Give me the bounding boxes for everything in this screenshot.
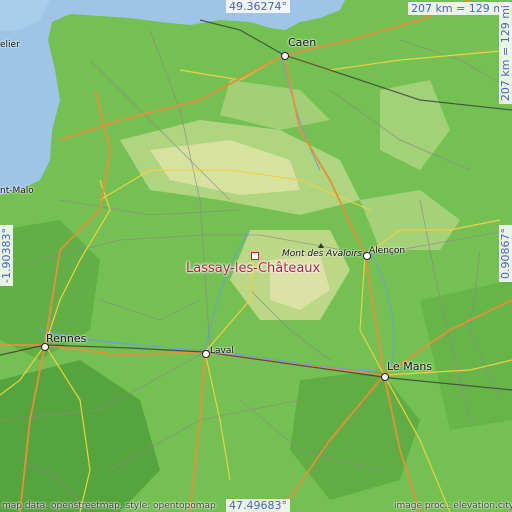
left-longitude-label: -1.90383° <box>0 225 13 286</box>
le-mans-dot <box>381 373 389 381</box>
city-laval: Laval <box>210 346 234 356</box>
scale-vertical-label: 207 km = 129 mi <box>499 2 512 105</box>
city-saint-malo: nt-Malo <box>0 186 34 196</box>
map-credit: map data: openstreetmap, style: opentopo… <box>2 501 216 511</box>
scale-horizontal-label: 207 km = 129 mi <box>408 2 511 15</box>
city-cherbourg: elier <box>0 40 20 50</box>
bottom-latitude-label: 47.49683° <box>226 499 290 512</box>
city-rennes: Rennes <box>46 332 87 345</box>
image-credit: image proc.: elevation.city <box>394 501 512 511</box>
location-marker-icon <box>251 252 259 260</box>
location-name: Lassay-les-Châteaux <box>186 261 321 276</box>
top-latitude-label: 49.36274° <box>226 0 290 13</box>
peak-mont-des-avaloirs: Mont des Avaloirs <box>282 249 363 259</box>
city-alencon: Alençon <box>369 246 406 256</box>
right-longitude-label: 0.90867° <box>499 225 512 282</box>
elevation-map: 49.36274° 47.49683° -1.90383° 0.90867° 2… <box>0 0 512 512</box>
laval-dot <box>202 350 210 358</box>
caen-dot <box>281 52 289 60</box>
city-le-mans: Le Mans <box>387 360 433 373</box>
peak-triangle-icon <box>318 243 324 248</box>
city-caen: Caen <box>288 36 317 49</box>
